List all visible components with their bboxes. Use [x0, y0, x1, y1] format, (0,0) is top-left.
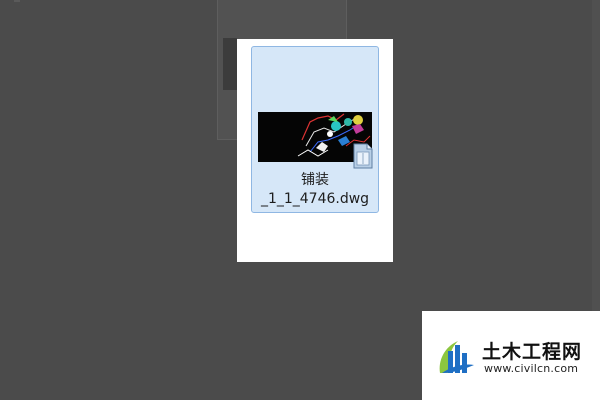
background-window-edge — [223, 38, 237, 90]
file-item-dwg[interactable]: 铺装 _1_1_4746.dwg — [251, 46, 379, 213]
file-name-line1: 铺装 — [301, 172, 329, 188]
site-watermark: 土木工程网 www.civilcn.com — [422, 311, 600, 400]
autocad-file-icon — [352, 143, 374, 169]
watermark-title: 土木工程网 — [482, 341, 583, 363]
civilcn-logo-icon — [436, 333, 476, 377]
file-name-label[interactable]: 铺装 _1_1_4746.dwg — [252, 171, 378, 209]
file-explorer-pane: 铺装 _1_1_4746.dwg — [237, 39, 393, 262]
desktop-background: 铺装 _1_1_4746.dwg 土木工程网 www.civilcn.com — [0, 0, 600, 400]
file-name-line2: _1_1_4746.dwg — [260, 191, 370, 207]
watermark-url: www.civilcn.com — [484, 362, 579, 375]
background-mark — [14, 0, 20, 2]
background-edge — [592, 0, 600, 320]
